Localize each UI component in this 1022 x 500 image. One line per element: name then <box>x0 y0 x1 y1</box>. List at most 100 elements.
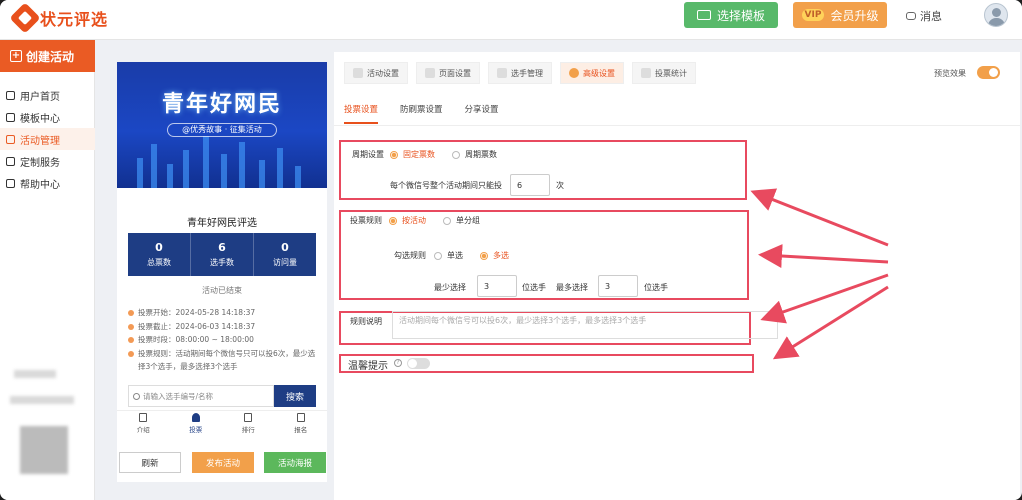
tab-signup[interactable]: 报名 <box>275 411 328 436</box>
info-text: 投票时段：08:00:00 ~ 18:00:00 <box>138 335 254 344</box>
radio-single-group[interactable]: 单分组 <box>443 215 480 226</box>
radio-label: 多选 <box>493 251 509 260</box>
activity-title: 青年好网民评选 <box>187 218 257 229</box>
activity-info-list: 投票开始：2024-05-28 14:18:37 投票截止：2024-06-03… <box>128 306 320 374</box>
tab-label: 介绍 <box>136 426 150 434</box>
stat-contestants: 6 选手数 <box>191 233 254 276</box>
selection-rule-label: 勾选规则 <box>394 251 426 260</box>
stat-value: 0 <box>155 241 163 254</box>
info-item: 投票截止：2024-06-03 14:18:37 <box>128 320 320 334</box>
rule-description-textarea[interactable]: 活动期间每个微信号可以投6次，最少选择3个选手，最多选择3个选手 <box>392 311 778 339</box>
info-item: 投票时段：08:00:00 ~ 18:00:00 <box>128 333 320 347</box>
per-user-limit-unit: 次 <box>556 181 564 190</box>
template-icon <box>696 10 711 20</box>
blurred-qr-code <box>20 426 68 474</box>
bullet-icon <box>128 350 134 357</box>
vote-rule-label: 投票规则 <box>350 216 382 225</box>
publish-activity-button[interactable]: 发布活动 <box>192 452 254 473</box>
sidebar-item-label: 定制服务 <box>20 157 60 169</box>
tab-ranking[interactable]: 排行 <box>222 411 275 436</box>
subtab-vote-settings[interactable]: 投票设置 <box>344 103 379 124</box>
vip-badge: VIP <box>801 9 825 21</box>
sidebar-item-label: 用户首页 <box>20 91 60 103</box>
vip-upgrade-button[interactable]: VIP 会员升级 <box>793 2 887 28</box>
radio-single-select[interactable]: 单选 <box>434 250 463 261</box>
rule-description-label: 规则说明 <box>350 317 382 326</box>
messages-link[interactable]: 消息 <box>906 8 942 24</box>
subtab-share-settings[interactable]: 分享设置 <box>465 103 499 124</box>
cart-icon <box>6 156 15 166</box>
city-skyline <box>239 142 245 188</box>
tab-vote[interactable]: 投票 <box>170 411 223 436</box>
radio-by-activity[interactable]: 按活动 <box>389 215 426 226</box>
min-select-input[interactable]: 3 <box>477 275 517 297</box>
sidebar-item-activity-management[interactable]: 活动管理 <box>0 128 95 150</box>
sidebar-item-custom-service[interactable]: 定制服务 <box>0 150 95 172</box>
sidebar-nav: 用户首页 模板中心 活动管理 定制服务 帮助中心 <box>0 84 95 194</box>
user-avatar[interactable] <box>984 3 1008 27</box>
sidebar-item-help[interactable]: 帮助中心 <box>0 172 95 194</box>
sidebar: + 创建活动 用户首页 模板中心 活动管理 定制服务 帮助中心 <box>0 40 95 500</box>
user-icon <box>191 413 200 422</box>
radio-multi-select[interactable]: 多选 <box>480 250 509 261</box>
tip-toggle[interactable] <box>407 358 430 369</box>
create-activity-label: 创建活动 <box>26 49 75 64</box>
list-icon <box>6 134 15 144</box>
tab-intro[interactable]: 介绍 <box>117 411 170 436</box>
messages-label: 消息 <box>920 10 942 23</box>
bullet-icon <box>128 337 134 343</box>
stat-value: 0 <box>281 241 289 254</box>
bullet-icon <box>128 310 134 316</box>
refresh-button[interactable]: 刷新 <box>119 452 181 473</box>
cycle-settings-label: 周期设置 <box>352 150 384 159</box>
sidebar-item-templates[interactable]: 模板中心 <box>0 106 95 128</box>
step-label: 选手管理 <box>511 68 543 78</box>
radio-label: 单选 <box>447 251 463 260</box>
radio-circle <box>389 216 397 225</box>
stat-total-votes: 0 总票数 <box>128 233 191 276</box>
radio-label: 按活动 <box>402 216 426 225</box>
search-button[interactable]: 搜索 <box>274 385 316 407</box>
radio-circle <box>480 251 488 260</box>
step-page-settings[interactable]: 页面设置 <box>416 62 480 84</box>
help-icon[interactable]: ? <box>394 359 402 367</box>
message-icon <box>906 12 916 20</box>
chart-icon <box>244 413 253 422</box>
info-item: 投票规则：活动期间每个微信号只可以投6次，最少选择3个选手，最多选择3个选手 <box>128 347 320 374</box>
settings-icon <box>353 68 363 78</box>
logo-text: 状元评选 <box>40 10 109 29</box>
info-item: 投票开始：2024-05-28 14:18:37 <box>128 306 320 320</box>
step-label: 高级设置 <box>583 68 615 78</box>
subtab-anti-fraud-settings[interactable]: 防刷票设置 <box>400 103 443 124</box>
plus-icon: + <box>10 50 22 62</box>
max-select-input[interactable]: 3 <box>598 275 638 297</box>
min-select-label: 最少选择 <box>434 283 466 292</box>
tab-label: 报名 <box>294 426 308 434</box>
banner-subtitle: @优秀故事 · 征集活动 <box>167 123 277 137</box>
document-icon <box>139 413 148 422</box>
folder-icon <box>6 112 15 122</box>
radio-periodic-votes[interactable]: 周期票数 <box>452 149 497 160</box>
banner-title: 青年好网民 <box>161 92 282 117</box>
activity-poster-button[interactable]: 活动海报 <box>264 452 326 473</box>
step-advanced-settings[interactable]: 高级设置 <box>560 62 624 84</box>
per-user-limit-input[interactable]: 6 <box>510 174 550 196</box>
step-contestant-management[interactable]: 选手管理 <box>488 62 552 84</box>
radio-fixed-votes[interactable]: 固定票数 <box>390 149 435 160</box>
tab-label: 排行 <box>241 426 255 434</box>
radio-label: 单分组 <box>456 216 480 225</box>
search-icon <box>133 392 140 400</box>
step-vote-statistics[interactable]: 投票统计 <box>632 62 696 84</box>
logo[interactable]: 状元评选 <box>9 2 109 34</box>
sidebar-item-home[interactable]: 用户首页 <box>0 84 95 106</box>
form-icon <box>296 413 305 422</box>
create-activity-button[interactable]: + 创建活动 <box>0 40 95 72</box>
search-input[interactable]: 请输入选手编号/名称 <box>128 385 274 407</box>
stat-label: 访问量 <box>273 258 297 267</box>
preview-toggle[interactable] <box>977 66 1000 79</box>
choose-template-button[interactable]: 选择模板 <box>684 2 778 28</box>
step-activity-settings[interactable]: 活动设置 <box>344 62 408 84</box>
preview-banner: 青年好网民 @优秀故事 · 征集活动 <box>117 62 327 188</box>
city-skyline <box>277 148 283 188</box>
tab-label: 投票 <box>189 426 203 434</box>
